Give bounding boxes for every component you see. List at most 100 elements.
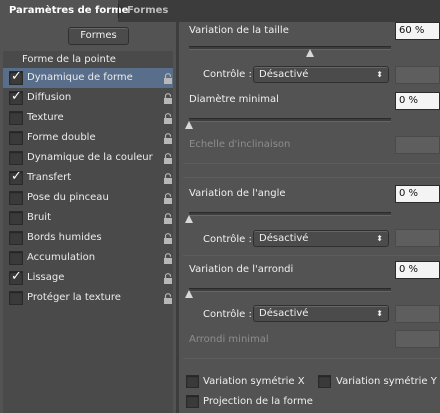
item-label: Dynamique de la couleur (27, 152, 153, 163)
brush-options-panel: Formes Forme de la pointe ✓ Dynamique de… (0, 22, 176, 413)
list-item-brush-pose[interactable]: Pose du pinceau (3, 188, 173, 208)
angle-jitter-slider[interactable] (189, 212, 391, 216)
separator (183, 255, 440, 256)
min-roundness-label: Arrondi minimal (189, 334, 269, 345)
lock-icon[interactable] (163, 133, 173, 144)
lock-icon[interactable] (163, 153, 173, 164)
flip-x-checkbox[interactable] (186, 375, 199, 388)
checkbox[interactable]: ✓ (9, 89, 23, 105)
checkbox[interactable] (9, 231, 23, 245)
angle-jitter-input[interactable]: 0 % (395, 185, 440, 203)
lock-icon[interactable] (163, 233, 173, 244)
size-jitter-input[interactable]: 60 % (395, 22, 440, 40)
list-item-transfer[interactable]: ✓ Transfert (3, 168, 173, 188)
item-label: Bords humides (27, 232, 102, 243)
checkbox[interactable] (9, 151, 23, 165)
separator (183, 358, 440, 359)
list-item-smoothing[interactable]: ✓ Lissage (3, 268, 173, 288)
lock-icon[interactable] (163, 93, 173, 104)
shape-dynamics-settings: Variation de la taille 60 % Contrôle : D… (183, 22, 440, 413)
lock-icon[interactable] (163, 213, 173, 224)
updown-arrows-icon: ⬍ (376, 234, 383, 243)
item-label: Bruit (27, 212, 52, 223)
roundness-control-field (395, 305, 440, 323)
item-label: Accumulation (27, 252, 96, 263)
item-label: Protéger la texture (27, 292, 121, 303)
item-label: Forme double (27, 132, 96, 143)
checkbox[interactable] (9, 111, 23, 125)
size-control-field (395, 66, 440, 84)
lock-icon[interactable] (163, 273, 173, 284)
list-item-build-up[interactable]: Accumulation (3, 248, 173, 268)
roundness-control-select[interactable]: Désactivé ⬍ (253, 305, 389, 322)
flip-y-checkbox[interactable] (318, 375, 331, 388)
tab-separator (118, 4, 119, 18)
angle-control-field (395, 229, 440, 247)
angle-control-value: Désactivé (259, 233, 309, 244)
list-item-texture[interactable]: Texture (3, 108, 173, 128)
size-jitter-thumb[interactable] (306, 49, 315, 57)
panel-divider (176, 22, 179, 413)
tab-brushes[interactable]: Formes (121, 0, 168, 22)
checkbox[interactable] (9, 291, 23, 305)
checkbox[interactable]: ✓ (9, 169, 23, 185)
item-label: Texture (27, 112, 64, 123)
lock-icon[interactable] (163, 193, 173, 204)
size-control-select[interactable]: Désactivé ⬍ (253, 66, 389, 83)
updown-arrows-icon: ⬍ (376, 309, 383, 318)
lock-icon[interactable] (163, 173, 173, 184)
min-diameter-thumb[interactable] (185, 121, 193, 129)
updown-arrows-icon: ⬍ (376, 70, 383, 79)
tilt-scale-input (395, 136, 440, 154)
flip-y-label: Variation symétrie Y (336, 376, 437, 387)
separator (183, 163, 440, 164)
roundness-control-value: Désactivé (259, 308, 309, 319)
list-item-dual-brush[interactable]: Forme double (3, 128, 173, 148)
brush-options-list: Forme de la pointe ✓ Dynamique de forme … (3, 51, 173, 413)
separator (183, 177, 440, 178)
list-item-shape-dynamics[interactable]: ✓ Dynamique de forme (3, 68, 173, 88)
tab-brush-settings[interactable]: Paramètres de forme (0, 0, 128, 22)
check-icon: ✓ (11, 269, 22, 284)
checkbox[interactable]: ✓ (9, 269, 23, 285)
lock-icon[interactable] (163, 73, 173, 84)
lock-icon[interactable] (163, 113, 173, 124)
roundness-jitter-thumb[interactable] (185, 290, 193, 298)
size-control-value: Désactivé (259, 69, 309, 80)
tab-bar: Paramètres de forme Formes (0, 0, 440, 22)
checkbox[interactable] (9, 251, 23, 265)
checkbox[interactable] (9, 131, 23, 145)
roundness-jitter-input[interactable]: 0 % (395, 261, 440, 279)
check-icon: ✓ (11, 169, 22, 184)
list-item-color-dynamics[interactable]: Dynamique de la couleur (3, 148, 173, 168)
item-label: Pose du pinceau (27, 192, 109, 203)
projection-label: Projection de la forme (203, 396, 313, 407)
roundness-jitter-slider[interactable] (189, 288, 391, 292)
checkbox[interactable] (9, 211, 23, 225)
min-diameter-input[interactable]: 0 % (395, 92, 440, 110)
checkbox[interactable] (9, 191, 23, 205)
list-item-scattering[interactable]: ✓ Diffusion (3, 88, 173, 108)
lock-icon[interactable] (163, 293, 173, 304)
min-diameter-slider[interactable] (189, 118, 391, 122)
item-label: Lissage (27, 272, 65, 283)
lock-icon[interactable] (163, 253, 173, 264)
roundness-jitter-label: Variation de l'arrondi (189, 264, 294, 275)
list-item-protect-texture[interactable]: Protéger la texture (3, 288, 173, 308)
list-item-noise[interactable]: Bruit (3, 208, 173, 228)
flip-x-label: Variation symétrie X (203, 376, 305, 387)
angle-control-select[interactable]: Désactivé ⬍ (253, 230, 389, 247)
angle-jitter-thumb[interactable] (185, 215, 193, 223)
min-diameter-label: Diamètre minimal (189, 94, 279, 105)
tilt-scale-label: Echelle d'inclinaison (189, 139, 291, 150)
item-label: Diffusion (27, 92, 72, 103)
size-control-label: Contrôle : (203, 69, 252, 80)
list-item-wet-edges[interactable]: Bords humides (3, 228, 173, 248)
size-jitter-slider[interactable] (189, 46, 391, 50)
brush-tip-shape-item[interactable]: Forme de la pointe (3, 51, 173, 68)
checkbox[interactable]: ✓ (9, 69, 23, 85)
brushes-button[interactable]: Formes (68, 27, 129, 45)
check-icon: ✓ (11, 69, 22, 84)
projection-checkbox[interactable] (186, 395, 199, 408)
angle-control-label: Contrôle : (203, 234, 252, 245)
